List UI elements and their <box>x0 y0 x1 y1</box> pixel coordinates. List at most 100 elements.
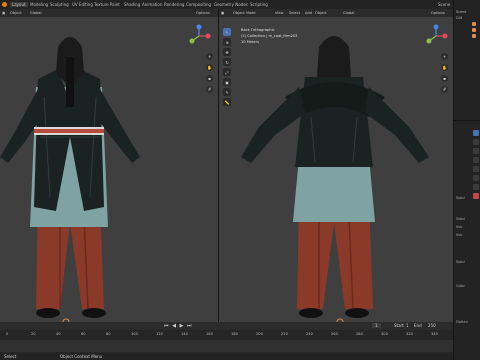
tab-modeling[interactable]: Modeling <box>30 2 48 7</box>
outliner-row[interactable]: Coll <box>456 16 480 21</box>
panel-divider <box>454 120 480 121</box>
output-tab-icon[interactable] <box>473 157 479 163</box>
timeline-tick-label: 120 <box>156 332 163 336</box>
timeline-tick-label: 200 <box>256 332 263 336</box>
timeline-track[interactable] <box>0 340 453 352</box>
annotate-tool-icon[interactable]: ✎ <box>223 88 231 96</box>
tab-layout[interactable]: Layout <box>10 2 28 7</box>
timeline-tick-label: 180 <box>231 332 238 336</box>
prop-label: Subd <box>456 217 465 221</box>
start-label: Start <box>394 323 404 328</box>
camera-icon[interactable]: ▪ <box>441 75 448 82</box>
measure-tool-icon[interactable]: 📏 <box>223 98 231 106</box>
grid-icon[interactable]: # <box>441 86 448 93</box>
timeline-panel: ⏮ ◀ ▶ ⏭ 1 Start 1 End 250 0 20 40 60 80 100 12… <box>0 322 453 360</box>
timeline-tick-label: 40 <box>56 332 61 336</box>
top-menu-bar: Layout Modeling Sculpting UV Editing Tex… <box>0 0 480 9</box>
timeline-tick-label: 300 <box>381 332 388 336</box>
pan-hand-icon[interactable]: ✋ <box>206 64 213 71</box>
back-view-canvas <box>219 17 453 322</box>
tool-shelf: ↖ ⊕ ✥ ↻ ⤢ ▣ ✎ 📏 <box>223 28 231 106</box>
end-field[interactable]: 250 <box>428 323 436 328</box>
tab-animation[interactable]: Animation <box>142 2 162 7</box>
timeline-tick-label: 240 <box>306 332 313 336</box>
select-tool-icon[interactable]: ↖ <box>223 28 231 36</box>
object-icon[interactable] <box>472 34 476 38</box>
scene-tab-icon[interactable] <box>473 166 479 172</box>
tab-scripting[interactable]: Scripting <box>250 2 268 7</box>
move-tool-icon[interactable]: ✥ <box>223 48 231 56</box>
scale-label: 10 Meters <box>241 40 259 44</box>
status-context-hint: Object Context Menu <box>60 354 103 359</box>
options-dropdown[interactable]: Options <box>431 11 445 15</box>
scale-tool-icon[interactable]: ⤢ <box>223 68 231 76</box>
transform-orientation-dropdown[interactable]: Global <box>30 11 41 15</box>
tab-shading[interactable]: Shading <box>124 2 140 7</box>
rotate-tool-icon[interactable]: ↻ <box>223 58 231 66</box>
editor-type-icon[interactable]: ▣ <box>2 11 5 15</box>
pan-hand-icon[interactable]: ✋ <box>441 64 448 71</box>
collection-label: (1) Collection | m_coat_firm203 <box>241 34 298 38</box>
zoom-icon[interactable]: + <box>441 53 448 60</box>
add-menu[interactable]: Add <box>305 11 312 15</box>
zoom-icon[interactable]: + <box>206 53 213 60</box>
tab-uv-editing[interactable]: UV Editing <box>72 2 93 7</box>
timeline-ruler[interactable]: 0 20 40 60 80 100 120 140 160 180 200 220 240 260 280 3… <box>0 332 453 338</box>
end-label: End <box>414 323 422 328</box>
transform-tool-icon[interactable]: ▣ <box>223 78 231 86</box>
object-icon[interactable] <box>472 28 476 32</box>
navigation-gizmo[interactable] <box>186 23 212 49</box>
object-mode-dropdown[interactable]: Object Mode <box>233 11 256 15</box>
view-menu[interactable]: View <box>275 11 284 15</box>
left-viewport[interactable]: + ✋ ▪ # <box>0 17 218 322</box>
scene-selector[interactable]: Scene <box>438 2 450 7</box>
timeline-tick-label: 20 <box>31 332 36 336</box>
status-bar: Select Object Context Menu <box>0 353 453 360</box>
grid-icon[interactable]: # <box>206 86 213 93</box>
timeline-tick-label: 0 <box>6 332 9 336</box>
options-dropdown[interactable]: Options <box>196 11 210 15</box>
select-menu[interactable]: Select <box>289 11 300 15</box>
tab-texture-paint[interactable]: Texture Paint <box>94 2 120 7</box>
object-tab-icon[interactable] <box>473 175 479 181</box>
editor-type-icon[interactable]: ▣ <box>221 11 224 15</box>
tab-sculpting[interactable]: Sculpting <box>50 2 69 7</box>
cursor-tool-icon[interactable]: ⊕ <box>223 38 231 46</box>
tab-rendering[interactable]: Rendering <box>164 2 184 7</box>
object-icon[interactable] <box>472 22 476 26</box>
prop-label: Subd <box>456 260 465 264</box>
navigation-gizmo[interactable] <box>423 23 449 49</box>
material-tab-icon[interactable] <box>473 193 479 199</box>
view-name-label: Back Orthographic <box>241 28 275 32</box>
timeline-tick-label: 320 <box>406 332 413 336</box>
current-frame-field[interactable]: 1 <box>372 323 381 328</box>
timeline-tick-label: 260 <box>331 332 338 336</box>
physics-tab-icon[interactable] <box>473 184 479 190</box>
object-menu[interactable]: Object <box>315 11 327 15</box>
timeline-tick-label: 100 <box>131 332 138 336</box>
prop-label: Color <box>456 284 465 288</box>
timeline-tick-label: 220 <box>281 332 288 336</box>
prop-label: Sub <box>456 233 463 237</box>
blender-logo-icon[interactable] <box>2 2 7 7</box>
prop-label: Sub <box>456 225 463 229</box>
properties-panel: Scene Coll Subd Subd Sub Sub Subd Color … <box>453 0 480 360</box>
tab-compositing[interactable]: Compositing <box>186 2 211 7</box>
camera-icon[interactable]: ▪ <box>206 75 213 82</box>
right-viewport[interactable]: Back Orthographic (1) Collection | m_coa… <box>219 17 453 322</box>
timeline-tick-label: 80 <box>106 332 111 336</box>
playback-controls[interactable]: ⏮ ◀ ▶ ⏭ <box>164 323 192 329</box>
timeline-tick-label: 340 <box>431 332 438 336</box>
start-field[interactable]: 1 <box>406 323 409 328</box>
left-viewport-header: ▣ Object Global Options <box>0 9 218 17</box>
render-tab-icon[interactable] <box>473 148 479 154</box>
tab-geometry-nodes[interactable]: Geometry Nodes <box>214 2 248 7</box>
timeline-tick-label: 160 <box>206 332 213 336</box>
tool-tab-icon[interactable] <box>473 139 479 145</box>
outliner-row[interactable]: Scene <box>456 10 480 15</box>
properties-tabs <box>473 130 479 199</box>
transform-orientation-dropdown[interactable]: Global <box>343 11 354 15</box>
object-mode-dropdown[interactable]: Object <box>10 11 22 15</box>
front-view-canvas <box>0 17 218 322</box>
modifier-tab-icon[interactable] <box>473 130 479 136</box>
